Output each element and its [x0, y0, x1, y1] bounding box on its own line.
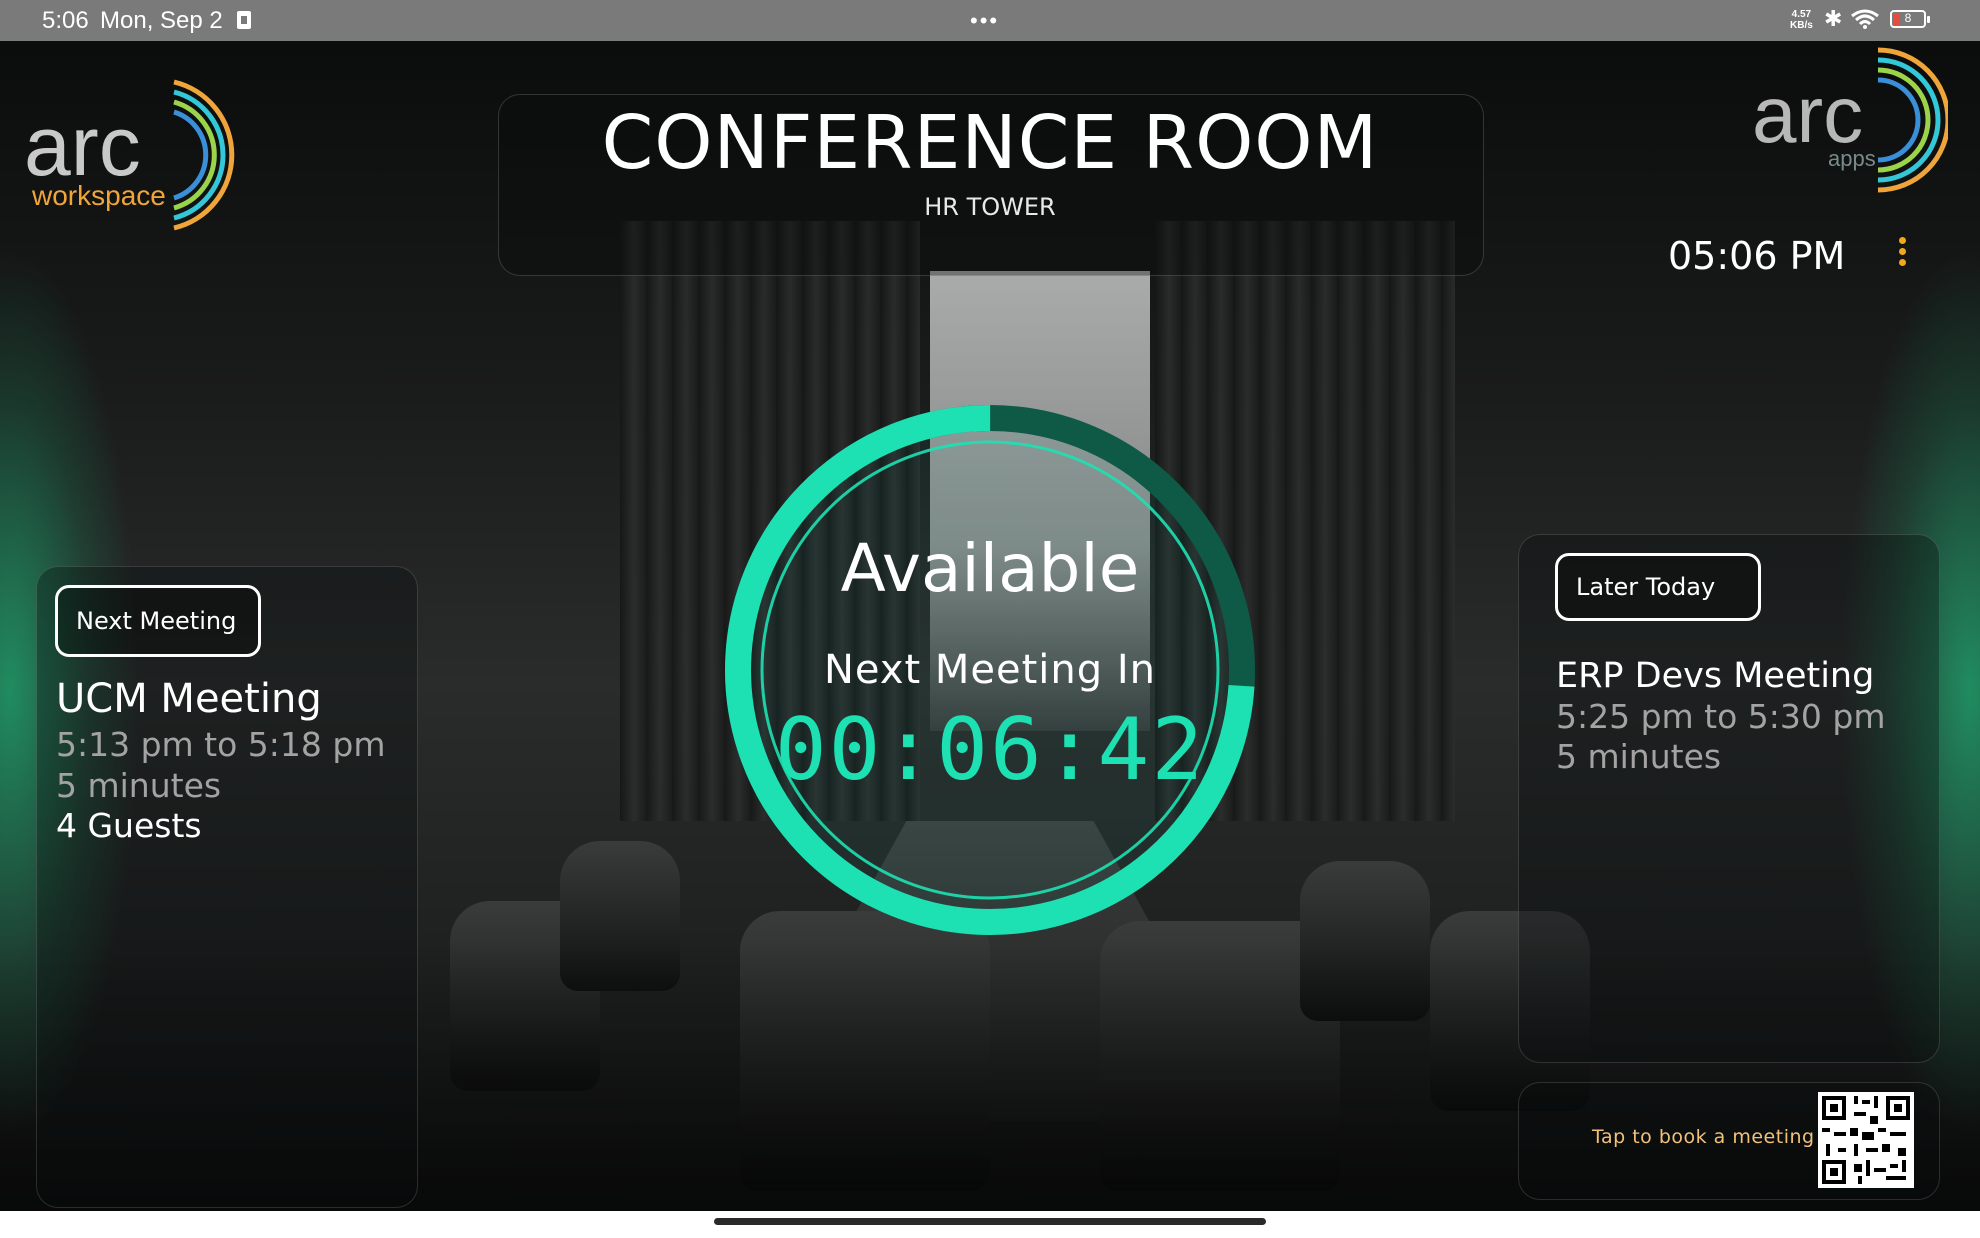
later-meeting-duration: 5 minutes	[1556, 737, 1722, 776]
bluetooth-icon: ✱	[1824, 6, 1843, 31]
battery-icon: 8	[1890, 10, 1930, 28]
home-indicator[interactable]	[714, 1218, 1266, 1225]
overflow-menu-icon[interactable]	[1893, 237, 1911, 273]
next-meeting-title: UCM Meeting	[56, 676, 322, 722]
more-dots-icon[interactable]: •••	[970, 8, 999, 34]
status-time: 5:06	[42, 7, 89, 34]
sim-card-icon	[237, 11, 251, 29]
network-speed: 4.57 KB/s	[1790, 9, 1813, 31]
later-today-tab[interactable]: Later Today	[1555, 553, 1761, 621]
countdown-timer: 00:06:42	[774, 700, 1206, 800]
current-time: 05:06 PM	[1668, 234, 1846, 278]
book-meeting-prompt[interactable]: Tap to book a meeting	[1592, 1126, 1815, 1148]
system-status-bar: 5:06 Mon, Sep 2 ••• 4.57 KB/s ✱ 8	[0, 0, 1980, 41]
network-speed-value: 4.57	[1791, 9, 1812, 20]
building-name: HR TOWER	[924, 193, 1056, 221]
next-meeting-tab[interactable]: Next Meeting	[55, 585, 261, 657]
room-name: CONFERENCE ROOM	[601, 100, 1379, 186]
next-meeting-guests: 4 Guests	[56, 806, 202, 845]
wifi-icon	[1850, 8, 1880, 37]
availability-status: Available	[840, 530, 1140, 607]
next-meeting-in-label: Next Meeting In	[823, 647, 1157, 693]
availability-ring: Available Next Meeting In 00:06:42	[720, 400, 1260, 940]
network-speed-unit: KB/s	[1790, 20, 1813, 31]
later-meeting-time-range: 5:25 pm to 5:30 pm	[1556, 697, 1886, 736]
later-meeting-title: ERP Devs Meeting	[1556, 656, 1875, 696]
next-meeting-panel	[36, 566, 418, 1208]
status-date: Mon, Sep 2	[100, 7, 223, 34]
battery-level: 8	[1904, 11, 1912, 25]
qr-code-icon[interactable]	[1818, 1092, 1914, 1188]
next-meeting-duration: 5 minutes	[56, 766, 222, 805]
next-meeting-time-range: 5:13 pm to 5:18 pm	[56, 725, 386, 764]
